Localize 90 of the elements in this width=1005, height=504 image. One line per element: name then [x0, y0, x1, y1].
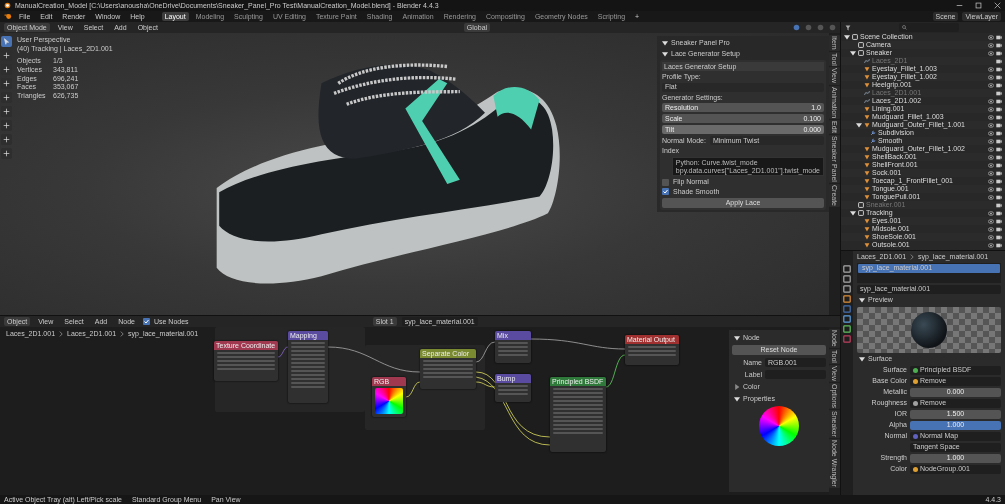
disclosure-triangle-icon[interactable]	[859, 356, 865, 363]
chevron-icon	[59, 330, 64, 337]
camera-icon[interactable]	[996, 226, 1002, 232]
camera-icon[interactable]	[996, 162, 1002, 168]
disclosure-triangle-icon[interactable]	[734, 334, 740, 341]
eye-icon[interactable]	[988, 50, 994, 56]
eye-icon[interactable]	[988, 122, 994, 128]
camera-icon[interactable]	[996, 50, 1002, 56]
eye-icon[interactable]	[988, 138, 994, 144]
tool-button[interactable]	[1, 92, 12, 103]
eye-icon[interactable]	[988, 242, 994, 248]
eye-icon[interactable]	[988, 234, 994, 240]
node-link-wire	[277, 346, 289, 358]
camera-icon[interactable]	[996, 210, 1002, 216]
eye-icon[interactable]	[988, 42, 994, 48]
camera-icon[interactable]	[996, 34, 1002, 40]
color-wheel-drawing	[375, 388, 403, 414]
camera-icon[interactable]	[996, 98, 1002, 104]
disclosure-triangle-icon[interactable]	[850, 50, 856, 56]
camera-icon[interactable]	[996, 186, 1002, 192]
eye-icon[interactable]	[988, 194, 994, 200]
eye-icon[interactable]	[988, 170, 994, 176]
tool-button[interactable]	[1, 148, 12, 159]
eye-icon[interactable]	[988, 154, 994, 160]
disclosure-triangle-icon[interactable]	[850, 210, 856, 216]
camera-icon[interactable]	[996, 90, 1002, 96]
eye-icon[interactable]	[988, 218, 994, 224]
eye-icon[interactable]	[988, 74, 994, 80]
eye-icon[interactable]	[988, 162, 994, 168]
wrench-icon	[870, 130, 876, 136]
eye-icon[interactable]	[988, 146, 994, 152]
eye-icon[interactable]	[988, 82, 994, 88]
camera-icon[interactable]	[996, 82, 1002, 88]
camera-icon[interactable]	[996, 122, 1002, 128]
eye-icon[interactable]	[988, 98, 994, 104]
maximize-icon[interactable]	[975, 2, 982, 9]
node-link-wire	[475, 341, 496, 363]
search-field[interactable]	[898, 23, 959, 32]
tool-button[interactable]	[1, 36, 12, 47]
eye-icon[interactable]	[988, 178, 994, 184]
camera-icon[interactable]	[996, 242, 1002, 248]
eye-icon[interactable]	[988, 186, 994, 192]
camera-icon[interactable]	[996, 154, 1002, 160]
camera-icon[interactable]	[996, 194, 1002, 200]
curve-icon	[864, 58, 870, 64]
eye-icon[interactable]	[988, 114, 994, 120]
wrench-icon	[870, 138, 876, 144]
tool-button[interactable]	[1, 134, 12, 145]
3d-viewport[interactable]	[0, 33, 840, 315]
eye-icon[interactable]	[988, 106, 994, 112]
tool-button[interactable]	[1, 106, 12, 117]
camera-icon[interactable]	[996, 202, 1002, 208]
sphere-preview	[911, 311, 947, 348]
camera-icon[interactable]	[996, 218, 1002, 224]
disclosure-triangle-icon[interactable]	[844, 34, 850, 40]
checkbox[interactable]	[662, 178, 669, 186]
eye-icon[interactable]	[988, 34, 994, 40]
tool-button[interactable]	[1, 78, 12, 89]
chevron-icon	[120, 330, 125, 337]
color-wheel-drawing[interactable]	[759, 406, 799, 446]
tool-button[interactable]	[1, 120, 12, 131]
camera-icon[interactable]	[996, 42, 1002, 48]
camera-icon[interactable]	[996, 66, 1002, 72]
disclosure-triangle-icon[interactable]	[856, 122, 862, 128]
eye-icon[interactable]	[988, 66, 994, 72]
app-logo-icon	[4, 2, 11, 9]
eye-icon[interactable]	[988, 210, 994, 216]
app-logo-icon[interactable]	[4, 13, 12, 20]
camera-icon[interactable]	[996, 138, 1002, 144]
camera-icon[interactable]	[996, 74, 1002, 80]
camera-icon[interactable]	[996, 106, 1002, 112]
node-link-wire	[405, 381, 421, 398]
camera-icon[interactable]	[996, 234, 1002, 240]
filter-icon[interactable]	[845, 24, 851, 31]
checkbox[interactable]	[142, 318, 150, 325]
camera-icon[interactable]	[996, 146, 1002, 152]
checkbox[interactable]	[662, 188, 669, 196]
camera-icon[interactable]	[996, 114, 1002, 120]
camera-icon[interactable]	[996, 58, 1002, 64]
eye-icon[interactable]	[988, 130, 994, 136]
camera-icon[interactable]	[996, 170, 1002, 176]
node-link-wire	[605, 354, 626, 388]
search-icon	[901, 25, 907, 30]
eye-icon[interactable]	[988, 226, 994, 232]
camera-icon[interactable]	[996, 178, 1002, 184]
camera-icon[interactable]	[996, 130, 1002, 136]
close-icon[interactable]	[994, 2, 1001, 9]
minimize-icon[interactable]	[956, 2, 963, 9]
chevron-icon	[910, 253, 915, 260]
disclosure-triangle-icon[interactable]	[859, 297, 865, 304]
